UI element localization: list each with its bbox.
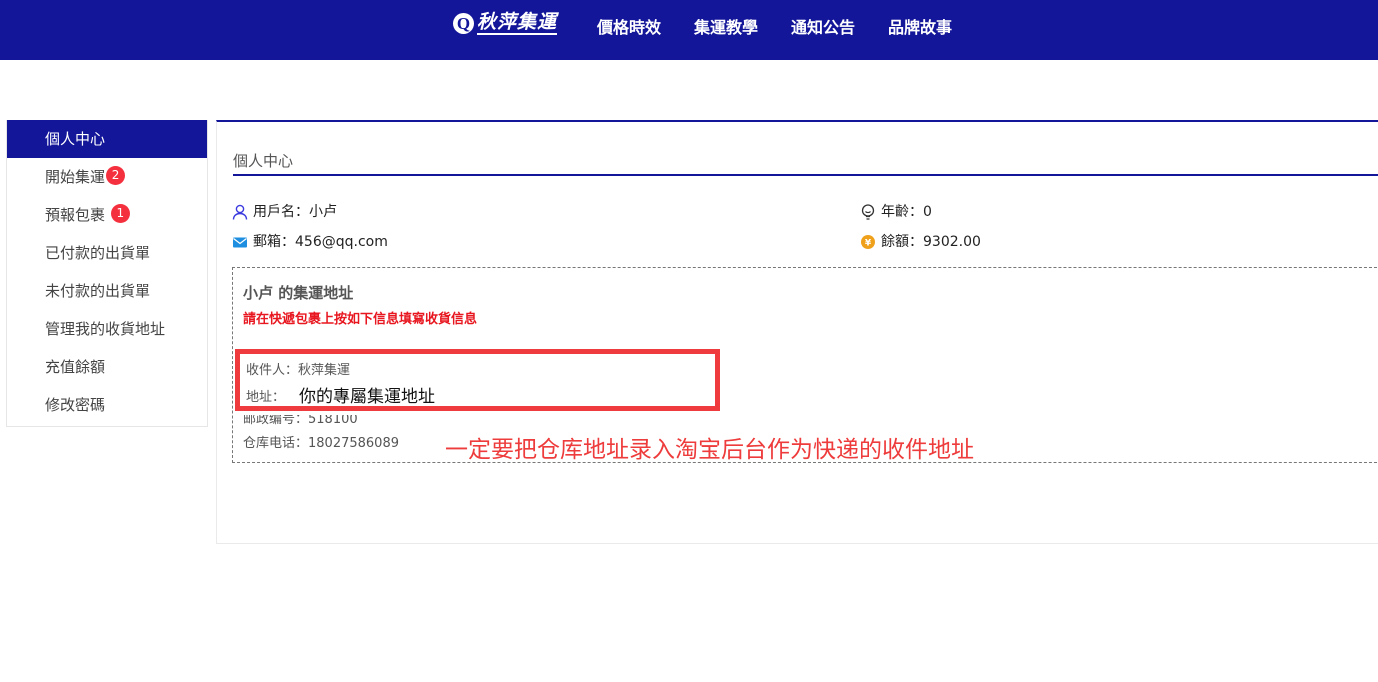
nav-tutorial[interactable]: 集運教學 (694, 17, 758, 39)
phone-value: 18027586089 (308, 436, 399, 451)
sidebar-item-label: 開始集運 (45, 168, 106, 186)
nav-notices[interactable]: 通知公告 (791, 17, 855, 39)
nav-brand-story[interactable]: 品牌故事 (888, 17, 952, 39)
address-label: 地址： (246, 390, 286, 405)
sidebar-item-label: 充值餘額 (45, 358, 106, 376)
coin-icon: ¥ (860, 234, 876, 250)
username-row: 用戶名： 小卢 (232, 203, 337, 221)
sidebar: 個人中心 開始集運 2 預報包裹 1 已付款的出貨單 未付款的出貨單 管理我的收貨… (6, 120, 208, 427)
sidebar-item-profile[interactable]: 個人中心 (7, 120, 207, 158)
recipient-value: 秋萍集運 (298, 363, 351, 378)
sidebar-item-label: 修改密碼 (45, 396, 106, 414)
balance-value: 9302.00 (923, 234, 981, 250)
sidebar-item-label: 未付款的出貨單 (45, 282, 151, 300)
sidebar-item-recharge[interactable]: 充值餘額 (7, 348, 207, 386)
notification-badge: 1 (110, 204, 130, 223)
age-icon (860, 204, 876, 220)
sidebar-item-change-password[interactable]: 修改密碼 (7, 386, 207, 424)
title-divider (233, 174, 1378, 176)
age-row: 年齡： 0 (860, 203, 932, 221)
annotation-text: 一定要把仓库地址录入淘宝后台作为快递的收件地址 (445, 437, 974, 463)
sidebar-item-label: 預報包裹 (45, 206, 106, 224)
sidebar-item-unpaid-orders[interactable]: 未付款的出貨單 (7, 272, 207, 310)
sidebar-item-paid-orders[interactable]: 已付款的出貨單 (7, 234, 207, 272)
sidebar-item-label: 個人中心 (45, 130, 106, 148)
page-title: 個人中心 (233, 152, 294, 170)
mail-icon (232, 234, 248, 250)
phone-row: 仓库电话：18027586089 (243, 432, 399, 451)
address-row: 地址： 你的專屬集運地址 (246, 382, 435, 407)
main-nav: 價格時效 集運教學 通知公告 品牌故事 (597, 17, 985, 39)
balance-label: 餘額： (881, 234, 923, 250)
sidebar-item-addresses[interactable]: 管理我的收貨地址 (7, 310, 207, 348)
address-highlight-box: 收件人：秋萍集運 地址： 你的專屬集運地址 (235, 349, 720, 411)
brand-logo[interactable]: Q 秋萍集運 (453, 8, 558, 38)
email-value: 456@qq.com (295, 234, 388, 250)
email-row: 郵箱： 456@qq.com (232, 233, 388, 251)
phone-label: 仓库电话： (243, 436, 309, 451)
notification-badge: 2 (106, 166, 126, 185)
logo-text: 秋萍集運 (477, 11, 558, 35)
recipient-row: 收件人：秋萍集運 (246, 359, 350, 378)
address-value: 你的專屬集運地址 (299, 387, 436, 407)
recipient-label: 收件人： (246, 363, 299, 378)
address-warning: 請在快遞包裹上按如下信息填寫收貨信息 (243, 312, 478, 327)
sidebar-item-forecast-parcel[interactable]: 預報包裹 1 (7, 196, 207, 234)
balance-row: ¥ 餘額： 9302.00 (860, 233, 981, 251)
sidebar-item-label: 管理我的收貨地址 (45, 320, 166, 338)
svg-text:¥: ¥ (865, 239, 872, 249)
age-label: 年齡： (881, 204, 923, 220)
shipping-address-box: 小卢 的集運地址 請在快遞包裹上按如下信息填寫收貨信息 邮政编号：518100 … (232, 267, 1378, 463)
sidebar-item-start-shipping[interactable]: 開始集運 2 (7, 158, 207, 196)
sidebar-item-label: 已付款的出貨單 (45, 244, 151, 262)
email-label: 郵箱： (253, 234, 295, 250)
username-label: 用戶名： (253, 204, 309, 220)
logo-icon: Q (453, 12, 474, 34)
age-value: 0 (923, 204, 932, 220)
top-navbar: Q 秋萍集運 價格時效 集運教學 通知公告 品牌故事 (0, 0, 1378, 60)
user-icon (232, 204, 248, 220)
username-value: 小卢 (309, 204, 337, 220)
nav-pricing[interactable]: 價格時效 (597, 17, 661, 39)
address-title: 小卢 的集運地址 (243, 284, 354, 302)
